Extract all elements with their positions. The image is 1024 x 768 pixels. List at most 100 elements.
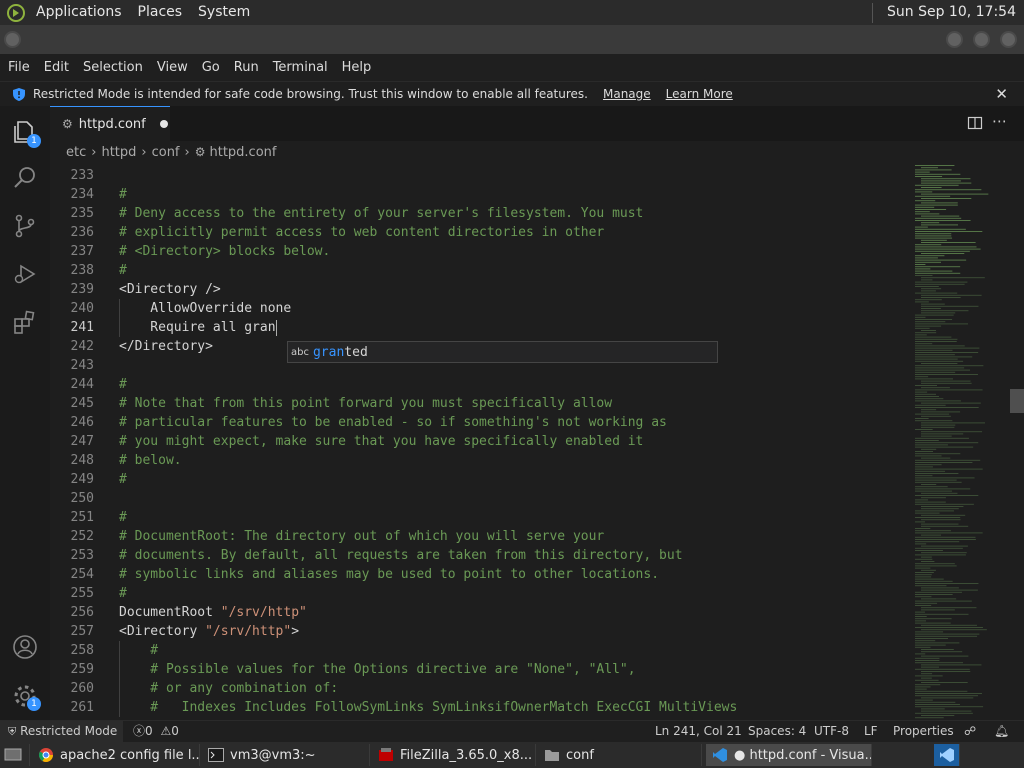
code-line[interactable]: 251 # — [50, 508, 910, 527]
code-line[interactable]: 247 # you might expect, make sure that yo… — [50, 432, 910, 451]
run-debug-icon[interactable] — [0, 250, 50, 298]
indent-guide — [119, 698, 120, 717]
code-line[interactable]: 260 # or any combination of: — [50, 679, 910, 698]
code-line[interactable]: 236 # explicitly permit access to web con… — [50, 223, 910, 242]
code-line[interactable]: 239 <Directory /> — [50, 280, 910, 299]
language-mode[interactable]: Properties — [893, 721, 954, 742]
code-editor[interactable]: 233 234 #235 # Deny access to the entirety … — [50, 163, 910, 720]
code-line[interactable]: 246 # particular features to be enabled -… — [50, 413, 910, 432]
code-line[interactable]: 248 # below. — [50, 451, 910, 470]
minimap[interactable] — [910, 163, 1010, 720]
maximize-button[interactable] — [973, 31, 990, 48]
line-number: 254 — [70, 567, 94, 582]
places-menu[interactable]: Places — [130, 0, 191, 25]
tab-httpd-conf[interactable]: ⚙ httpd.conf — [50, 106, 170, 141]
taskbar-item-browser[interactable]: apache2 config file l... — [32, 744, 200, 766]
clock[interactable]: Sun Sep 10, 17:54 — [879, 0, 1024, 25]
code-line[interactable]: 257 <Directory "/srv/http"> — [50, 622, 910, 641]
line-number: 238 — [70, 263, 94, 278]
menu-edit[interactable]: Edit — [37, 54, 76, 81]
line-text: <Directory /> — [119, 282, 221, 297]
line-text: # documents. By default, all requests ar… — [119, 548, 683, 563]
window-menu-button[interactable] — [4, 31, 21, 48]
line-text: # explicitly permit access to web conten… — [119, 225, 605, 240]
line-number: 250 — [70, 491, 94, 506]
suggestion-rest[interactable]: ted — [344, 345, 367, 360]
more-actions-icon[interactable]: ⋯ — [992, 112, 1007, 130]
code-line[interactable]: 241 Require all gran — [50, 318, 910, 337]
line-number: 239 — [70, 282, 94, 297]
account-icon[interactable] — [0, 623, 50, 671]
taskbar-item-folder[interactable]: conf — [538, 744, 702, 766]
taskbar: apache2 config file l... vm3@vm3:~ FileZ… — [0, 742, 1024, 768]
code-line[interactable]: 249 # — [50, 470, 910, 489]
shield-icon: ⛨ — [8, 725, 17, 738]
taskbar-item-vscode[interactable]: ● httpd.conf - Visua... — [706, 744, 872, 766]
manage-link[interactable]: Manage — [603, 87, 651, 101]
minimize-button[interactable] — [946, 31, 963, 48]
code-line[interactable]: 250 — [50, 489, 910, 508]
code-line[interactable]: 255 # — [50, 584, 910, 603]
autocomplete-widget[interactable]: abc gran ted — [287, 341, 718, 363]
settings-gear-icon[interactable]: 1 — [0, 672, 50, 720]
taskbar-item-terminal[interactable]: vm3@vm3:~ — [202, 744, 370, 766]
settings-badge: 1 — [27, 697, 41, 711]
feedback-icon[interactable]: ☍ — [964, 721, 976, 742]
close-icon[interactable]: ✕ — [995, 85, 1008, 103]
code-line[interactable]: 238 # — [50, 261, 910, 280]
suggestion-match[interactable]: gran — [313, 345, 344, 360]
breadcrumb-etc[interactable]: etc — [66, 145, 86, 160]
menu-run[interactable]: Run — [227, 54, 266, 81]
code-line[interactable]: 235 # Deny access to the entirety of your… — [50, 204, 910, 223]
breadcrumb-file[interactable]: httpd.conf — [209, 145, 276, 160]
problems-status[interactable]: ⓧ0 ⚠0 — [133, 721, 179, 742]
menu-view[interactable]: View — [150, 54, 195, 81]
code-line[interactable]: 240 AllowOverride none — [50, 299, 910, 318]
line-text: # particular features to be enabled - so… — [119, 415, 667, 430]
breadcrumb-conf[interactable]: conf — [152, 145, 180, 160]
close-window-button[interactable] — [1000, 31, 1017, 48]
scrollbar-thumb[interactable] — [1010, 389, 1024, 413]
menu-help[interactable]: Help — [335, 54, 379, 81]
extensions-icon[interactable] — [0, 298, 50, 346]
learn-more-link[interactable]: Learn More — [666, 87, 733, 101]
split-editor-icon[interactable] — [967, 115, 983, 135]
applications-menu[interactable]: Applications — [28, 0, 130, 25]
editor-scrollbar[interactable] — [1010, 163, 1024, 720]
restricted-mode-status[interactable]: ⛨ Restricted Mode — [0, 721, 124, 742]
code-line[interactable]: 244 # — [50, 375, 910, 394]
search-icon[interactable] — [0, 154, 50, 202]
code-line[interactable]: 261 # Indexes Includes FollowSymLinks Sy… — [50, 698, 910, 717]
menu-terminal[interactable]: Terminal — [266, 54, 335, 81]
vscode-icon — [712, 747, 728, 763]
restricted-mode-label: Restricted Mode — [20, 724, 118, 738]
code-line[interactable]: 256 DocumentRoot "/srv/http" — [50, 603, 910, 622]
encoding[interactable]: UTF-8 — [814, 721, 849, 742]
menu-selection[interactable]: Selection — [76, 54, 150, 81]
code-line[interactable]: 233 — [50, 166, 910, 185]
code-line[interactable]: 253 # documents. By default, all requests… — [50, 546, 910, 565]
code-line[interactable]: 258 # — [50, 641, 910, 660]
system-menu[interactable]: System — [190, 0, 258, 25]
indentation[interactable]: Spaces: 4 — [748, 721, 806, 742]
code-line[interactable]: 234 # — [50, 185, 910, 204]
unsaved-dot-icon[interactable] — [159, 120, 168, 128]
code-line[interactable]: 252 # DocumentRoot: The directory out of … — [50, 527, 910, 546]
code-line[interactable]: 259 # Possible values for the Options di… — [50, 660, 910, 679]
cursor-position[interactable]: Ln 241, Col 21 — [655, 721, 742, 742]
workspace-switcher[interactable] — [934, 744, 960, 766]
code-line[interactable]: 237 # <Directory> blocks below. — [50, 242, 910, 261]
code-line[interactable]: 245 # Note that from this point forward y… — [50, 394, 910, 413]
breadcrumb-httpd[interactable]: httpd — [101, 145, 136, 160]
notifications-bell-icon[interactable]: 🔔︎ — [994, 721, 1009, 742]
end-of-line[interactable]: LF — [864, 721, 878, 742]
code-line[interactable]: 254 # symbolic links and aliases may be u… — [50, 565, 910, 584]
taskbar-item-filezilla[interactable]: FileZilla_3.65.0_x8... — [372, 744, 536, 766]
distro-logo-icon[interactable] — [4, 0, 28, 25]
explorer-icon[interactable]: 1 — [0, 108, 50, 156]
show-desktop-icon[interactable] — [0, 744, 30, 766]
text-cursor — [275, 319, 277, 336]
menu-go[interactable]: Go — [195, 54, 227, 81]
menu-file[interactable]: File — [0, 54, 37, 81]
source-control-icon[interactable] — [0, 202, 50, 250]
